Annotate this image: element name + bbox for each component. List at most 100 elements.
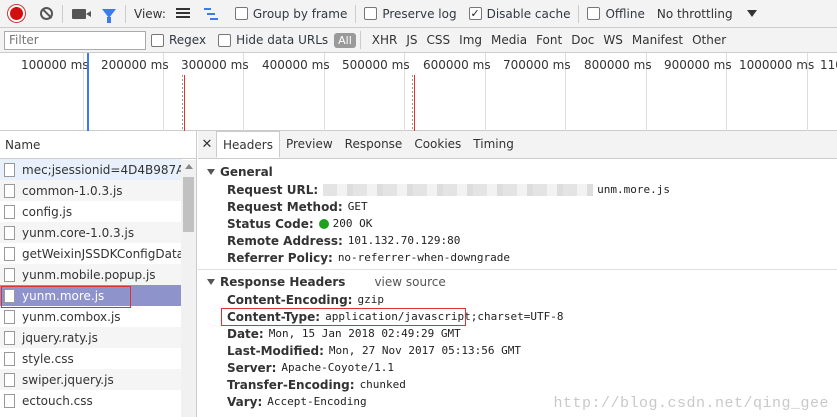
file-icon bbox=[4, 267, 15, 282]
request-name: ectouch.css bbox=[22, 393, 93, 408]
dom-content-loaded-marker bbox=[87, 53, 89, 131]
filter-manifest[interactable]: Manifest bbox=[632, 33, 683, 47]
file-icon bbox=[4, 225, 15, 240]
header-key: Request URL: bbox=[227, 182, 319, 197]
request-row[interactable]: config.js bbox=[0, 201, 182, 222]
checkmark-icon: ✓ bbox=[468, 7, 482, 20]
response-headers-section-header[interactable]: Response Headers view source bbox=[198, 273, 837, 291]
request-row[interactable]: mec;jsessionid=4D4B987A50B bbox=[0, 159, 182, 180]
timeline-tick-label: 300000 ms bbox=[181, 58, 249, 72]
filter-input[interactable] bbox=[4, 30, 146, 50]
header-value: chunked bbox=[359, 378, 406, 391]
close-icon[interactable]: ✕ bbox=[198, 131, 216, 158]
capture-screenshots-button[interactable] bbox=[71, 6, 91, 22]
request-row[interactable]: getWeixinJSSDKConfigData bbox=[0, 243, 182, 264]
large-rows-icon[interactable] bbox=[175, 7, 190, 20]
throttling-select[interactable]: No throttling bbox=[657, 7, 733, 21]
filter-font[interactable]: Font bbox=[536, 33, 562, 47]
filter-css[interactable]: CSS bbox=[427, 33, 451, 47]
preserve-log-checkbox[interactable]: Preserve log bbox=[364, 6, 457, 21]
file-icon bbox=[4, 246, 15, 261]
scrollbar-thumb[interactable] bbox=[183, 177, 194, 232]
highlight-box bbox=[221, 308, 466, 326]
tab-headers[interactable]: Headers bbox=[216, 131, 280, 158]
request-row[interactable]: jquery.raty.js bbox=[0, 327, 182, 348]
checkbox-box bbox=[587, 7, 601, 20]
request-name: style.css bbox=[22, 351, 74, 366]
scroll-up-icon[interactable] bbox=[185, 164, 193, 169]
caret-down-icon bbox=[207, 169, 215, 175]
header-value: 200 OK bbox=[332, 217, 373, 230]
tab-timing[interactable]: Timing bbox=[467, 131, 520, 158]
timeline-tick-label: 800000 ms bbox=[584, 58, 652, 72]
request-name: yunm.combox.js bbox=[22, 309, 121, 324]
regex-label: Regex bbox=[169, 33, 207, 47]
file-icon bbox=[4, 351, 15, 366]
filter-media[interactable]: Media bbox=[491, 33, 527, 47]
overview-waterfall-icon[interactable] bbox=[203, 7, 218, 20]
group-by-frame-checkbox[interactable]: Group by frame bbox=[234, 7, 347, 21]
section-divider bbox=[198, 269, 837, 270]
filter-img[interactable]: Img bbox=[459, 33, 482, 47]
file-icon bbox=[4, 372, 15, 387]
network-toolbar: View: Group by frame Preserve log ✓ Disa… bbox=[0, 0, 837, 28]
general-section-header[interactable]: General bbox=[198, 163, 837, 181]
request-row[interactable]: yunm.combox.js bbox=[0, 306, 182, 327]
timeline-tick-label: 110 bbox=[820, 58, 837, 72]
request-url-row: Request URL: unm.more.js bbox=[198, 181, 837, 198]
filter-doc[interactable]: Doc bbox=[571, 33, 594, 47]
chevron-down-icon[interactable] bbox=[746, 10, 757, 17]
filter-js[interactable]: JS bbox=[406, 33, 417, 47]
request-row[interactable]: style.css bbox=[0, 348, 182, 369]
header-value: Mon, 27 Nov 2017 05:13:56 GMT bbox=[328, 344, 521, 357]
request-details-panel: ✕ Headers Preview Response Cookies Timin… bbox=[198, 131, 837, 417]
filter-toggle-button[interactable] bbox=[101, 6, 117, 23]
response-header-row: Last-Modified: Mon, 27 Nov 2017 05:13:56 … bbox=[198, 342, 837, 359]
request-name: mec;jsessionid=4D4B987A50B bbox=[22, 162, 182, 177]
tab-cookies[interactable]: Cookies bbox=[408, 131, 467, 158]
request-row[interactable]: ectouch.css bbox=[0, 390, 182, 411]
hide-data-urls-label: Hide data URLs bbox=[236, 33, 329, 47]
view-source-link[interactable]: view source bbox=[374, 275, 445, 289]
divider bbox=[125, 4, 126, 23]
offline-checkbox[interactable]: Offline bbox=[587, 7, 645, 21]
filter-all-button[interactable]: All bbox=[334, 32, 356, 48]
header-key: Status Code: bbox=[227, 216, 314, 231]
filter-ws[interactable]: WS bbox=[603, 33, 622, 47]
request-row[interactable]: yunm.mobile.popup.js bbox=[0, 264, 182, 285]
referrer-policy-row: Referrer Policy: no-referrer-when-downgra… bbox=[198, 249, 837, 266]
header-value: Mon, 15 Jan 2018 02:49:29 GMT bbox=[268, 327, 461, 340]
disable-cache-checkbox[interactable]: ✓ Disable cache bbox=[468, 7, 570, 21]
request-name: yunm.core-1.0.3.js bbox=[22, 225, 135, 240]
regex-checkbox[interactable]: Regex bbox=[151, 33, 206, 47]
request-row[interactable]: yunm.core-1.0.3.js bbox=[0, 222, 182, 243]
request-name: jquery.raty.js bbox=[22, 330, 98, 345]
header-value: unm.more.js bbox=[597, 183, 670, 196]
preserve-log-label: Preserve log bbox=[382, 6, 457, 21]
name-column-header[interactable]: Name bbox=[0, 131, 196, 159]
divider bbox=[578, 4, 580, 23]
request-row[interactable]: common-1.0.3.js bbox=[0, 180, 182, 201]
header-key: Referrer Policy: bbox=[227, 250, 333, 265]
record-icon bbox=[9, 7, 23, 20]
request-list-scrollbar[interactable] bbox=[181, 160, 196, 417]
timeline-tick-label: 200000 ms bbox=[101, 58, 169, 72]
header-value: Apache-Coyote/1.1 bbox=[281, 361, 394, 374]
highlight-box bbox=[1, 286, 131, 308]
filter-xhr[interactable]: XHR bbox=[372, 33, 398, 47]
timeline-overview[interactable]: 100000 ms 200000 ms 300000 ms 400000 ms … bbox=[0, 53, 837, 131]
checkbox-box bbox=[218, 33, 232, 47]
record-button[interactable] bbox=[8, 6, 24, 22]
request-row[interactable]: swiper.jquery.js bbox=[0, 369, 182, 390]
file-icon bbox=[4, 309, 15, 324]
filter-other[interactable]: Other bbox=[692, 33, 726, 47]
load-event-marker bbox=[414, 75, 415, 131]
header-value: no-referrer-when-downgrade bbox=[337, 251, 510, 264]
header-key: Last-Modified: bbox=[227, 343, 324, 358]
clear-button[interactable] bbox=[38, 6, 54, 22]
tab-response[interactable]: Response bbox=[339, 131, 409, 158]
divider bbox=[359, 31, 361, 49]
tab-preview[interactable]: Preview bbox=[280, 131, 339, 158]
request-method-row: Request Method: GET bbox=[198, 198, 837, 215]
hide-data-urls-checkbox[interactable]: Hide data URLs bbox=[218, 33, 328, 47]
